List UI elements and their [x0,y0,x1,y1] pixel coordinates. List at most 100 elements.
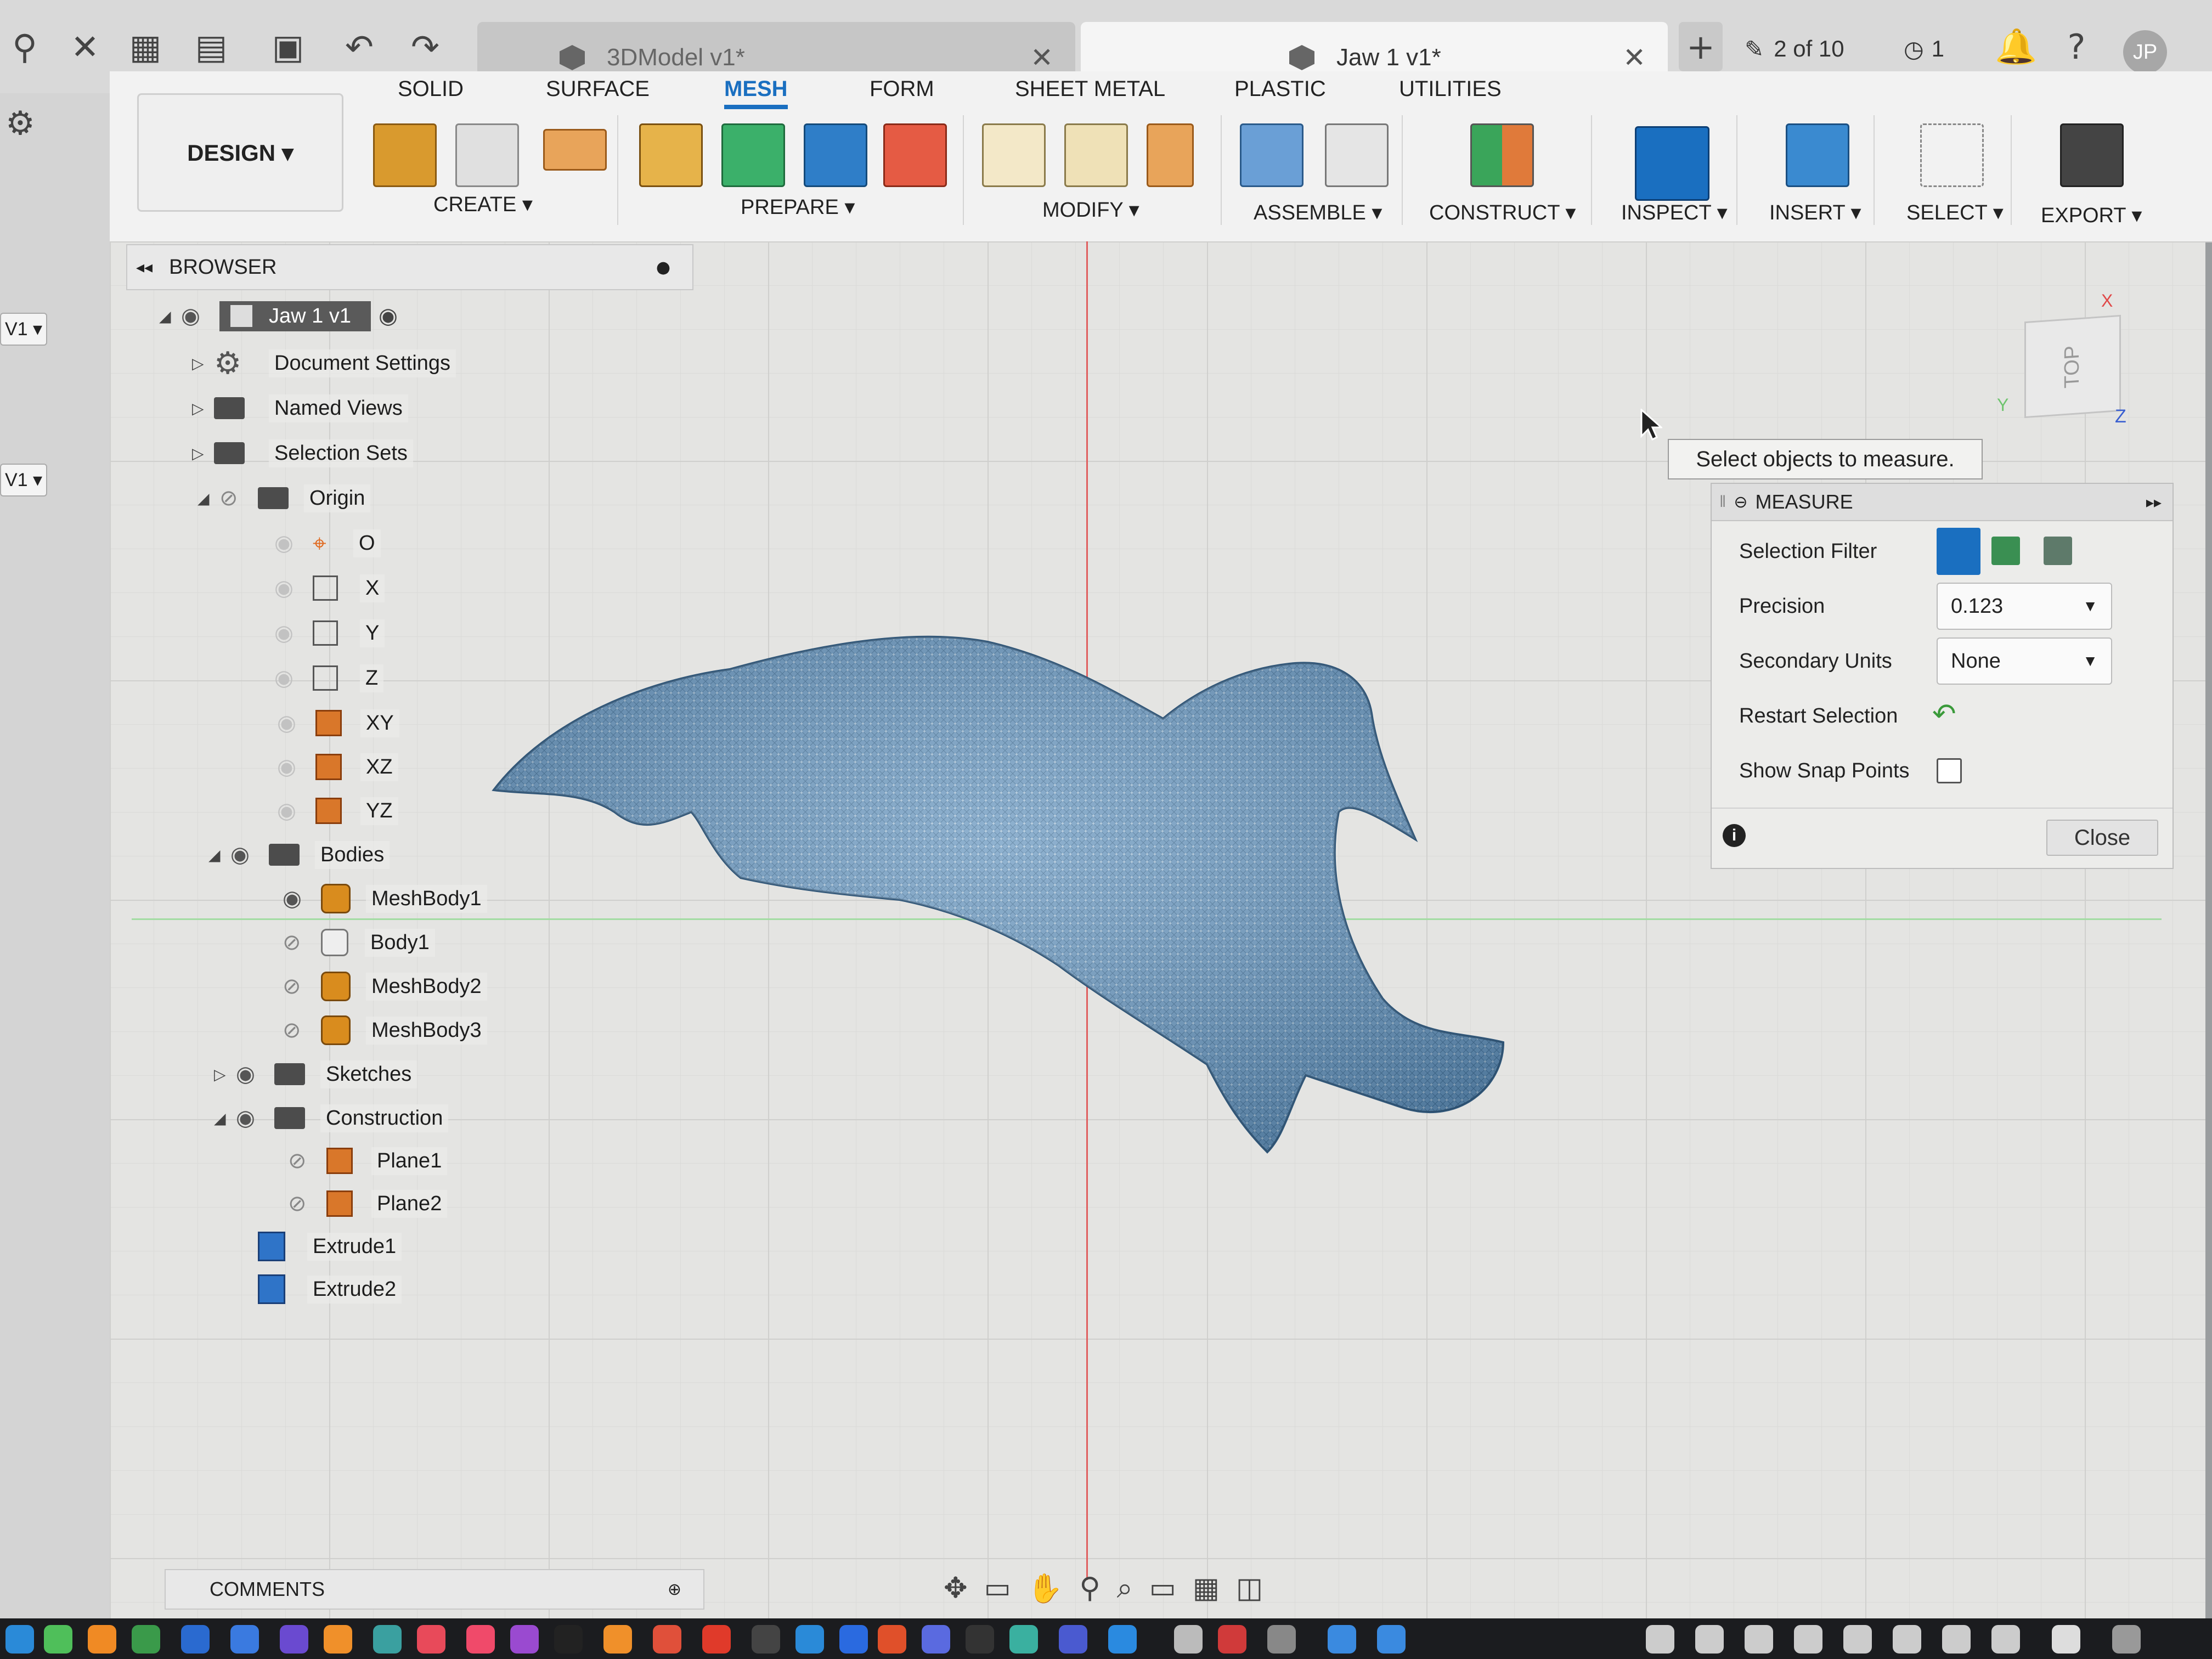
window-thumbnail-icon[interactable] [2052,1625,2080,1654]
redo-icon[interactable]: ↷ [400,22,450,71]
visibility-icon[interactable]: ◉ [274,575,313,601]
drag-handle-icon[interactable]: ‖ [1719,493,1726,511]
select-edge-filter-icon[interactable] [2044,537,2072,565]
podcasts-icon[interactable] [510,1625,539,1654]
window-thumbnail-icon[interactable] [1942,1625,1971,1654]
collapse-icon[interactable]: ◢ [198,489,219,507]
numbers-icon[interactable] [132,1625,160,1654]
tree-item-xz[interactable]: ◉ XZ [277,747,398,787]
precision-dropdown[interactable]: 0.123 ▼ [1937,583,2112,630]
jaw-mesh-model[interactable] [483,582,1553,1174]
skype-icon[interactable] [795,1625,824,1654]
repair-icon[interactable] [639,123,703,187]
gear-icon[interactable]: ⚙ [5,104,35,143]
tree-item-yz[interactable]: ◉ YZ [277,791,398,831]
folder-icon[interactable] [1377,1625,1406,1654]
inspect-menu[interactable]: INSPECT ▾ [1621,200,1728,225]
version-dropdown[interactable]: V1 ▾ [0,313,47,346]
add-comment-icon[interactable]: ⊕ [668,1580,681,1599]
tree-item-body1[interactable]: ⊘ Body1 [283,923,435,962]
visibility-icon[interactable]: ◉ [181,303,219,329]
undo-icon[interactable]: ↶ [335,22,384,71]
visibility-icon[interactable]: ◉ [236,1105,274,1131]
tree-item-meshbody1[interactable]: ◉ MeshBody1 [283,879,487,918]
hidden-eye-icon[interactable]: ⊘ [283,1018,321,1043]
tab-solid[interactable]: SOLID [398,77,464,101]
tree-item-selection-sets[interactable]: ▷ Selection Sets [192,433,413,473]
discord-icon[interactable] [922,1625,950,1654]
hidden-eye-icon[interactable]: ⊘ [288,1191,326,1216]
expand-panel-icon[interactable]: ▸▸ [2146,493,2162,511]
app-icon[interactable] [653,1625,681,1654]
visibility-icon[interactable]: ◉ [230,842,269,867]
hidden-eye-icon[interactable]: ⊘ [219,486,258,511]
grid-settings-icon[interactable]: ▦ [1193,1572,1220,1605]
app-icon[interactable] [1174,1625,1203,1654]
prepare-menu[interactable]: PREPARE ▾ [741,195,855,219]
music-icon[interactable] [466,1625,495,1654]
app-icon[interactable] [702,1625,731,1654]
collapse-icon[interactable]: ◢ [214,1109,236,1127]
folder-icon[interactable] [1328,1625,1356,1654]
visibility-icon[interactable]: ◉ [236,1062,274,1087]
window-thumbnail-icon[interactable] [1646,1625,1674,1654]
combine-face-groups-icon[interactable] [804,123,867,187]
app-icon[interactable] [752,1625,780,1654]
hidden-eye-icon[interactable]: ⊘ [288,1148,326,1173]
clock-status[interactable]: ◷ 1 [1904,36,1944,63]
app-icon[interactable] [230,1625,259,1654]
insert-menu[interactable]: INSERT ▾ [1769,200,1861,225]
construct-menu[interactable]: CONSTRUCT ▾ [1429,200,1576,225]
app-icon[interactable] [280,1625,308,1654]
modify-menu[interactable]: MODIFY ▾ [1042,198,1139,222]
expand-icon[interactable]: ▷ [192,354,214,373]
tree-item-plane1[interactable]: ⊘ Plane1 [288,1141,448,1181]
help-icon[interactable]: ? [2052,22,2101,71]
zoom-app-icon[interactable] [839,1625,868,1654]
app-icon[interactable] [88,1625,116,1654]
info-icon[interactable]: i [1723,824,1746,847]
minimize-icon[interactable]: ⊖ [1734,493,1747,512]
tab-sheet-metal[interactable]: SHEET METAL [1015,77,1165,101]
expand-icon[interactable]: ▷ [214,1065,236,1084]
app-icon[interactable] [1218,1625,1246,1654]
tab-mesh[interactable]: MESH [724,77,788,109]
joint-icon[interactable] [1325,123,1389,187]
tree-item-o[interactable]: ◉ ⌖ O [274,523,381,563]
orbit-icon[interactable]: ✥ [944,1572,968,1605]
export-icon[interactable] [2060,123,2124,187]
tree-item-extrude2[interactable]: Extrude2 [258,1269,402,1309]
expand-icon[interactable]: ◢ [159,307,181,325]
zoom-icon[interactable]: ⚲ [1079,1572,1100,1605]
trash-icon[interactable] [2112,1625,2141,1654]
file-menu-icon[interactable]: ▤ [187,22,236,71]
activate-radio-icon[interactable]: ◉ [379,303,398,329]
fit-icon[interactable]: ⌕ [1117,1572,1133,1605]
remesh-icon[interactable] [1147,123,1194,187]
tree-item-origin[interactable]: ◢ ⊘ Origin [198,478,371,518]
bell-icon[interactable]: 🔔 [1991,22,2041,71]
insert-mesh-icon[interactable] [373,123,437,187]
app-icon[interactable] [1267,1625,1296,1654]
tv-icon[interactable] [554,1625,583,1654]
tree-item-sketches[interactable]: ▷ ◉ Sketches [214,1054,417,1094]
visibility-icon[interactable]: ◉ [283,886,321,911]
app-icon[interactable] [373,1625,402,1654]
visibility-icon[interactable]: ◉ [274,665,313,691]
view-cube[interactable]: TOP [2024,314,2121,419]
visibility-icon[interactable]: ◉ [277,710,315,736]
tree-item-document-settings[interactable]: ▷ ⚙ Document Settings [192,343,456,383]
new-component-icon[interactable] [1240,123,1304,187]
search-icon[interactable]: ⚲ [0,22,49,71]
hidden-eye-icon[interactable]: ⊘ [283,974,321,999]
tab-surface[interactable]: SURFACE [546,77,650,101]
tree-item-xy[interactable]: ◉ XY [277,703,399,743]
workspace-switcher[interactable]: DESIGN ▾ [137,93,343,212]
close-icon[interactable]: ✕ [60,22,110,71]
tree-item-plane2[interactable]: ⊘ Plane2 [288,1184,448,1223]
app-icon[interactable] [417,1625,445,1654]
books-icon[interactable] [603,1625,632,1654]
teams-icon[interactable] [1059,1625,1087,1654]
tab-form[interactable]: FORM [870,77,934,101]
pan-icon[interactable]: ✋ [1028,1572,1063,1605]
